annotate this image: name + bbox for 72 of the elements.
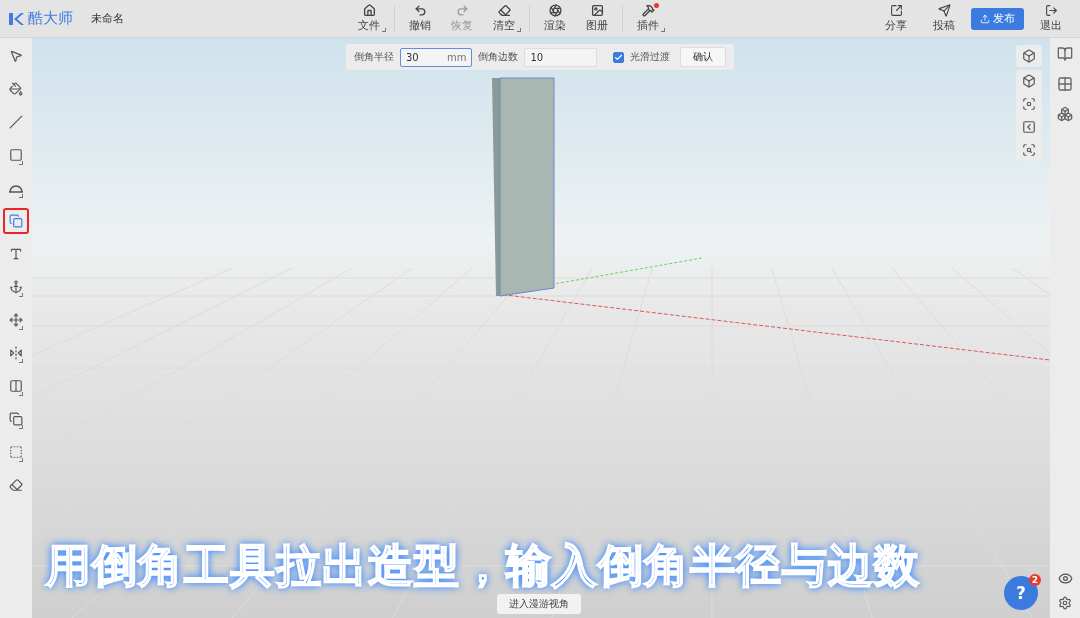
smooth-label: 光滑过渡 [629,50,670,64]
caption-text: 用倒角工具拉出造型，输入倒角半径与边数 [46,538,920,594]
clear-button[interactable]: 清空 [483,4,525,33]
menu-corner-icon [19,425,23,429]
menu-corner-icon [19,458,23,462]
settings-icon[interactable] [1058,596,1072,610]
menu-corner-icon [19,293,23,297]
eraser-icon [497,4,511,17]
submit-button[interactable]: 投稿 [923,4,965,33]
confirm-button[interactable]: 确认 [679,47,726,67]
album-button[interactable]: 图册 [576,4,618,33]
mirror-icon [9,346,23,360]
radius-input[interactable]: 30 mm [400,47,473,67]
book-icon[interactable] [1057,46,1073,62]
menu-corner-icon [382,28,386,32]
smooth-checkbox[interactable] [612,51,624,63]
undo-button[interactable]: 撤销 [399,4,441,33]
box-icon [1022,74,1036,88]
logo-icon [8,11,24,26]
radius-label: 倒角半径 [354,50,394,64]
upload-icon [980,13,990,24]
columns-icon [9,379,23,393]
view-button[interactable] [1022,143,1036,157]
document-title[interactable]: 未命名 [91,11,124,26]
eraser-icon [9,478,23,492]
undo-icon [413,4,427,17]
menu-corner-icon [19,392,23,396]
letter-icon [9,247,23,261]
exit-button[interactable]: 退出 [1030,4,1072,33]
paper-plane-icon [937,4,951,17]
focus-icon [1022,97,1036,111]
hammer-icon [641,4,655,17]
pointer-icon [9,49,23,63]
rectangle-icon [9,148,23,162]
paint-bucket-icon [9,82,23,96]
move-icon [9,313,23,327]
menu-corner-icon [19,359,23,363]
copy-icon [9,412,23,426]
view-button[interactable] [1022,49,1036,63]
view-button[interactable] [1022,74,1036,88]
eye-icon[interactable] [1057,571,1073,586]
aperture-icon [548,4,562,17]
share-button[interactable]: 分享 [875,4,917,33]
zoom-icon [1022,143,1036,157]
grid-icon[interactable] [1057,76,1073,92]
view-button[interactable] [1022,97,1036,111]
house-icon [362,4,376,17]
redo-icon [455,4,469,17]
anchor-icon [9,280,23,294]
exit-icon [1044,4,1058,17]
notification-dot [654,3,659,8]
menu-corner-icon [661,28,665,32]
menu-corner-icon [19,326,23,330]
segments-label: 倒角边数 [478,50,519,64]
segments-input[interactable]: 10 [524,47,597,67]
publish-button[interactable]: 发布 [971,7,1024,30]
logo-text: 酷大师 [28,9,73,28]
file-button[interactable]: 文件 [348,4,390,33]
menu-corner-icon [19,194,23,198]
image-icon [590,4,604,17]
arc-icon [9,183,23,193]
cube-icon [1022,49,1036,63]
menu-corner-icon [19,161,23,165]
plugin-button[interactable]: 插件 [627,4,669,33]
boxes-icon[interactable] [1057,106,1073,122]
roam-view-button[interactable]: 进入漫游视角 [497,594,581,614]
dashed-square-icon [9,445,23,459]
line-icon [9,115,23,129]
share-icon [889,4,903,17]
tool-button[interactable] [3,208,29,234]
render-button[interactable]: 渲染 [534,4,576,33]
menu-corner-icon [517,28,521,32]
